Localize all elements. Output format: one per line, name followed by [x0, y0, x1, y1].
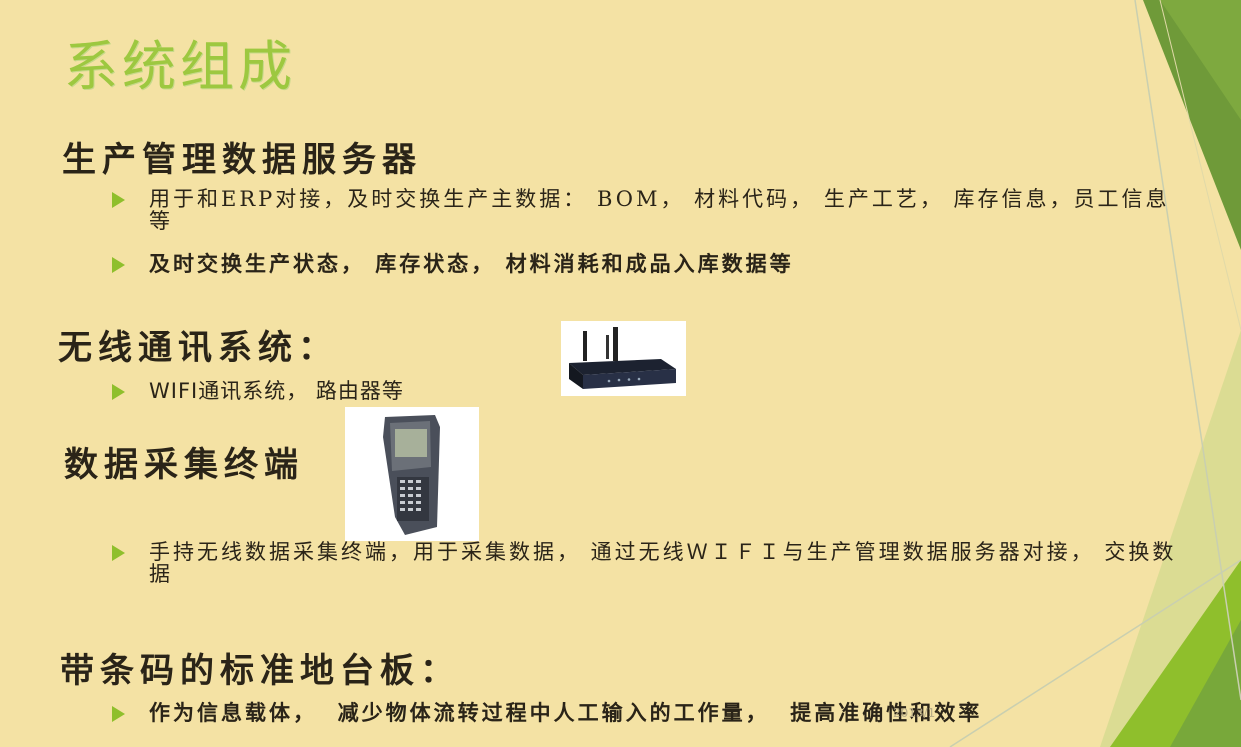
- bullet-arrow-icon: [112, 192, 125, 208]
- section-heading-terminal: 数据采集终端: [64, 445, 304, 485]
- list-item: 及时交换生产状态， 库存状态， 材料消耗和成品入库数据等: [112, 253, 1192, 275]
- list-item: 作为信息载体， 减少物体流转过程中人工输入的工作量， 提高准确性和效率: [112, 702, 982, 724]
- list-item: WIFI通讯系统， 路由器等: [112, 380, 404, 402]
- footer-date: 2013/1: [893, 706, 936, 720]
- handheld-terminal-image: [345, 407, 479, 541]
- bullet-arrow-icon: [112, 545, 125, 561]
- bullet-arrow-icon: [112, 257, 125, 273]
- list-item: 用于和ERP对接，及时交换生产主数据： BOM， 材料代码， 生产工艺， 库存信…: [112, 188, 1192, 232]
- bullet-text: WIFI通讯系统， 路由器等: [149, 379, 404, 403]
- bullet-arrow-icon: [112, 706, 125, 722]
- section-heading-pallet: 带条码的标准地台板：: [60, 651, 460, 691]
- section-heading-wireless: 无线通讯系统：: [58, 328, 338, 368]
- bullet-text: 用于和ERP对接，及时交换生产主数据： BOM， 材料代码， 生产工艺， 库存信…: [149, 187, 1170, 233]
- wireless-router-image: [561, 321, 686, 396]
- section-heading-server: 生产管理数据服务器: [62, 140, 422, 180]
- handheld-terminal-icon: [383, 415, 440, 535]
- slide-title: 系统组成: [64, 35, 296, 98]
- list-item: 手持无线数据采集终端，用于采集数据， 通过无线ＷＩＦＩ与生产管理数据服务器对接，…: [112, 541, 1192, 585]
- router-icon: [569, 327, 676, 389]
- bullet-text: 作为信息载体， 减少物体流转过程中人工输入的工作量， 提高准确性和效率: [149, 700, 983, 725]
- bullet-text: 手持无线数据采集终端，用于采集数据， 通过无线ＷＩＦＩ与生产管理数据服务器对接，…: [149, 540, 1177, 586]
- bullet-text: 及时交换生产状态， 库存状态， 材料消耗和成品入库数据等: [149, 251, 794, 276]
- bullet-arrow-icon: [112, 384, 125, 400]
